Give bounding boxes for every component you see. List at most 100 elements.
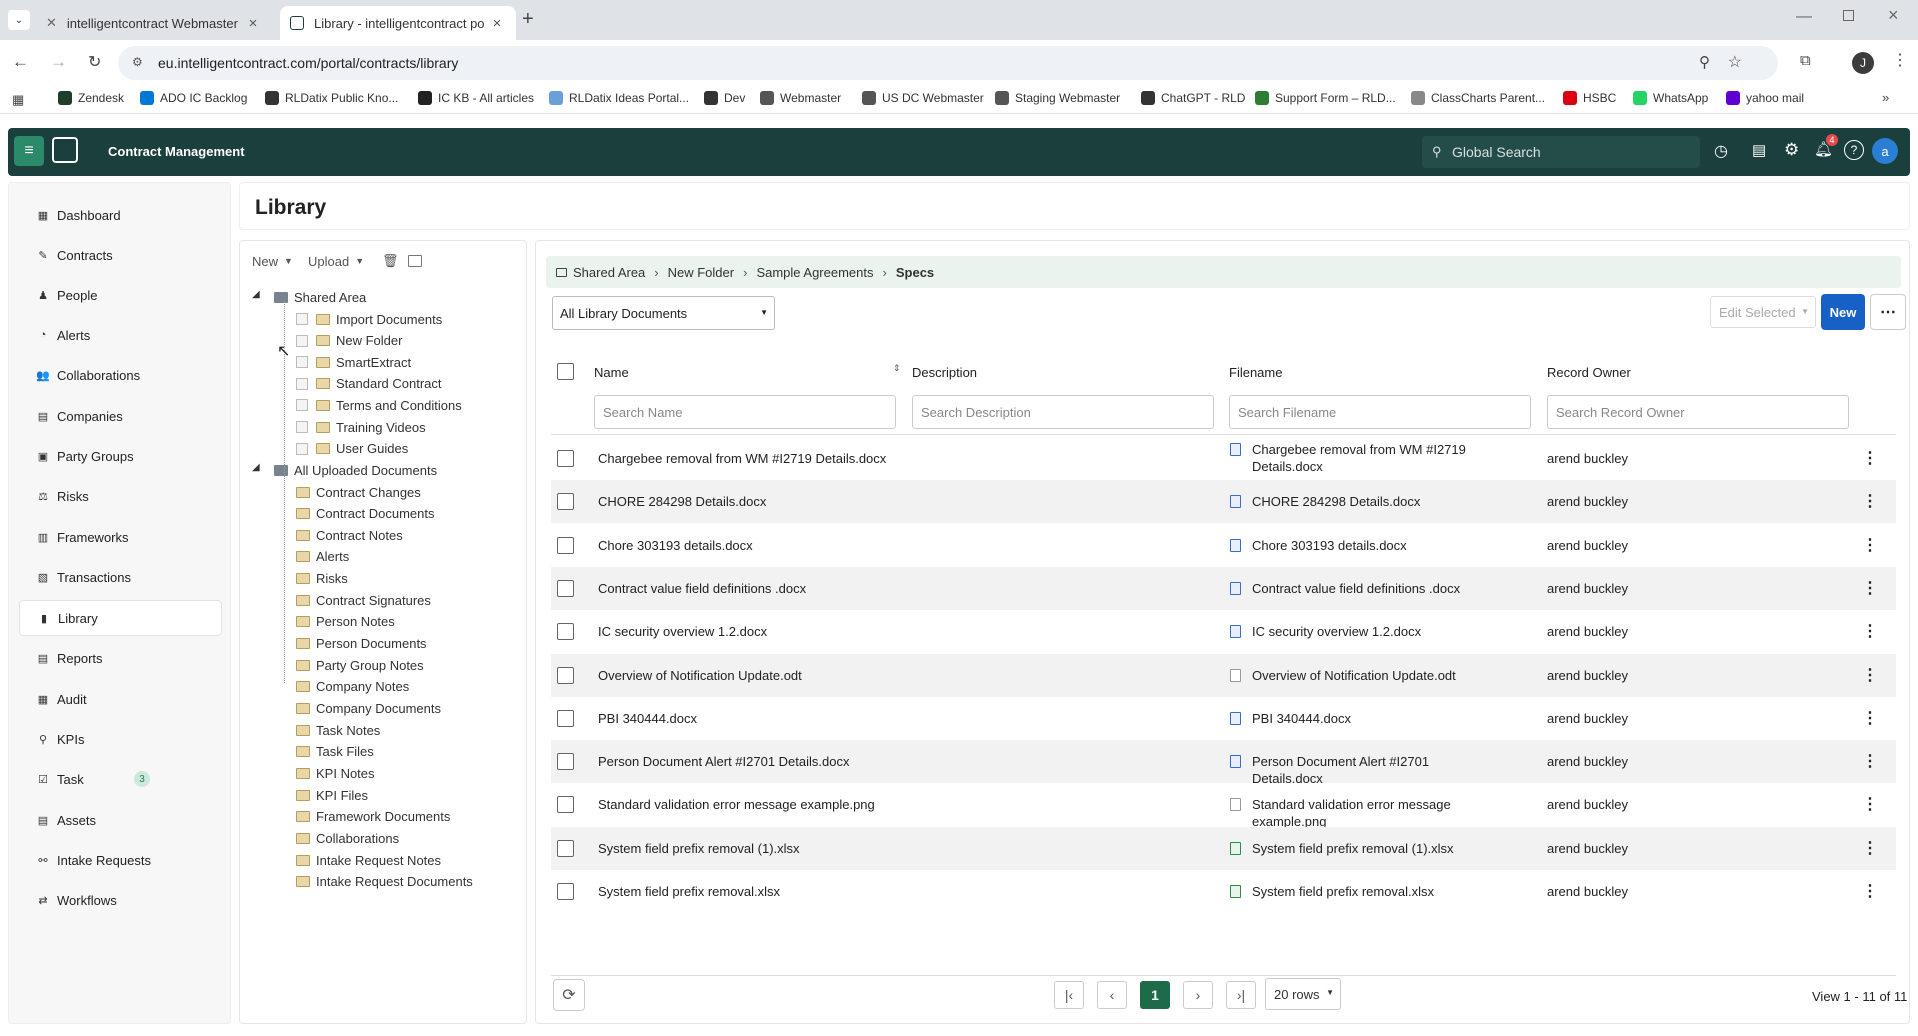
tree-expander-icon[interactable]: ◢ (252, 289, 260, 300)
row-actions-kebab-icon[interactable]: ⋮ (1862, 665, 1878, 685)
sidebar-item-people[interactable]: ♟ People (19, 277, 222, 313)
row-checkbox[interactable] (557, 883, 574, 900)
row-filename[interactable]: Contract value field definitions .docx (1252, 580, 1492, 597)
bookmark-item[interactable]: Support Form – RLD... (1255, 91, 1396, 105)
bookmark-item[interactable]: WhatsApp (1633, 91, 1708, 105)
sidebar-item-task[interactable]: ☑ Task 3 (19, 761, 222, 797)
history-icon[interactable]: ◷ (1714, 141, 1728, 161)
sidebar-item-frameworks[interactable]: ▥ Frameworks (19, 519, 222, 555)
breadcrumb-shared-area[interactable]: Shared Area (573, 265, 645, 280)
user-avatar[interactable]: a (1872, 138, 1898, 164)
row-checkbox[interactable] (557, 623, 574, 641)
sidebar-item-assets[interactable]: ▤ Assets (19, 802, 222, 838)
first-page-icon[interactable]: |‹ (1054, 981, 1084, 1009)
row-actions-kebab-icon[interactable]: ⋮ (1862, 621, 1878, 641)
tree-node-folder[interactable]: Task Notes (296, 720, 380, 740)
reload-icon[interactable]: ↻ (88, 52, 101, 72)
sidebar-item-workflows[interactable]: ⇄ Workflows (19, 882, 222, 918)
row-actions-kebab-icon[interactable]: ⋮ (1862, 535, 1878, 555)
sidebar-item-library[interactable]: ▮ Library (19, 600, 222, 636)
breadcrumb-sample-agreements[interactable]: Sample Agreements (756, 265, 873, 280)
row-checkbox[interactable] (557, 839, 574, 857)
sidebar-item-audit[interactable]: ▦ Audit (19, 681, 222, 717)
tree-node-folder[interactable]: Person Notes (296, 612, 395, 632)
row-name[interactable]: Person Document Alert #I2701 Details.doc… (598, 753, 898, 770)
archive-icon[interactable]: ▤ (1752, 141, 1766, 159)
column-header-filename[interactable]: Filename (1229, 364, 1282, 381)
tree-node-folder[interactable]: Intake Request Documents (296, 872, 473, 892)
tree-node-folder[interactable]: Standard Contract (296, 374, 442, 394)
more-options-icon[interactable]: ⋯ (1870, 294, 1906, 330)
row-name[interactable]: IC security overview 1.2.docx (598, 623, 898, 640)
delete-trash-icon[interactable]: 🗑︎ (382, 249, 399, 273)
tree-node-folder[interactable]: Contract Documents (296, 504, 435, 524)
restore-window-icon[interactable] (1843, 10, 1854, 21)
tree-node-folder[interactable]: Task Files (296, 742, 374, 762)
bookmark-item[interactable]: ChatGPT - RLD (1141, 91, 1245, 105)
sidebar-item-risks[interactable]: ⚖ Risks (19, 478, 222, 514)
close-tab-icon[interactable]: × (244, 14, 262, 32)
search-name-input[interactable]: Search Name (594, 395, 896, 429)
tree-node-folder[interactable]: Contract Signatures (296, 590, 431, 610)
tree-node-folder[interactable]: Risks (296, 569, 348, 589)
breadcrumb-new-folder[interactable]: New Folder (668, 265, 734, 280)
tree-view-toggle-icon[interactable] (408, 255, 422, 267)
sidebar-item-kpis[interactable]: ⚲ KPIs (19, 721, 222, 757)
row-checkbox[interactable] (557, 753, 574, 771)
close-tab-icon[interactable]: × (488, 14, 506, 32)
row-filename[interactable]: Chargebee removal from WM #I2719 Details… (1252, 441, 1492, 475)
tree-checkbox[interactable] (296, 377, 308, 390)
row-filename[interactable]: Chore 303193 details.docx (1252, 537, 1492, 554)
new-document-button[interactable]: New (1821, 294, 1865, 330)
row-actions-kebab-icon[interactable]: ⋮ (1862, 491, 1878, 511)
row-actions-kebab-icon[interactable]: ⋮ (1862, 448, 1878, 468)
browser-menu-icon[interactable]: ⋮ (1892, 50, 1908, 70)
row-actions-kebab-icon[interactable]: ⋮ (1862, 751, 1878, 771)
sidebar-item-party-groups[interactable]: ▣ Party Groups (19, 438, 222, 474)
tree-node-folder[interactable]: New Folder (296, 331, 402, 351)
row-filename[interactable]: PBI 340444.docx (1252, 710, 1492, 727)
bookmark-item[interactable]: IC KB - All articles (418, 91, 534, 105)
site-info-icon[interactable]: ⚙ (132, 55, 143, 69)
url-bar[interactable]: ⚙ eu.intelligentcontract.com/portal/cont… (118, 46, 1778, 80)
sidebar-item-collaborations[interactable]: 👥 Collaborations (19, 357, 222, 393)
bookmark-item[interactable]: Webmaster (760, 91, 841, 105)
bookmark-item[interactable]: ClassCharts Parent... (1411, 91, 1545, 105)
refresh-icon[interactable]: ⟳ (553, 979, 585, 1011)
row-checkbox[interactable] (557, 579, 574, 597)
tree-node-folder[interactable]: Framework Documents (296, 807, 450, 827)
search-record-owner-input[interactable]: Search Record Owner (1547, 395, 1849, 429)
row-checkbox[interactable] (557, 536, 574, 554)
column-header-name[interactable]: Name (594, 364, 629, 381)
forward-arrow-icon[interactable]: → (50, 52, 67, 72)
tree-node-folder[interactable]: KPI Notes (296, 763, 375, 783)
bookmark-star-icon[interactable]: ☆ (1728, 52, 1742, 72)
sidebar-item-reports[interactable]: ▤ Reports (19, 640, 222, 676)
select-all-checkbox[interactable] (557, 363, 574, 380)
row-actions-kebab-icon[interactable]: ⋮ (1862, 794, 1878, 814)
bookmark-item[interactable]: RLDatix Public Kno... (265, 91, 398, 105)
tree-checkbox[interactable] (296, 421, 308, 433)
row-checkbox[interactable] (557, 450, 574, 467)
row-filename[interactable]: System field prefix removal (1).xlsx (1252, 840, 1492, 857)
sidebar-item-contracts[interactable]: ✎ Contracts (19, 237, 222, 273)
row-filename[interactable]: IC security overview 1.2.docx (1252, 623, 1492, 640)
tree-node-folder[interactable]: Import Documents (296, 309, 442, 329)
rows-per-page-select[interactable]: 20 rows ▼ (1265, 978, 1341, 1010)
bookmark-item[interactable]: Zendesk (58, 91, 124, 105)
sidebar-item-dashboard[interactable]: ▦ Dashboard (19, 197, 222, 233)
row-name[interactable]: Contract value field definitions .docx (598, 580, 898, 597)
browser-tab-library[interactable]: Library - intelligentcontract po × (280, 6, 516, 40)
row-filename[interactable]: Overview of Notification Update.odt (1252, 667, 1492, 684)
bookmark-item[interactable]: HSBC (1563, 91, 1616, 105)
current-page-button[interactable]: 1 (1140, 981, 1170, 1009)
close-window-icon[interactable]: × (1888, 5, 1899, 26)
upload-dropdown-button[interactable]: Upload ▼ (308, 249, 364, 273)
bookmark-item[interactable]: yahoo mail (1726, 91, 1804, 105)
bookmark-item[interactable]: Staging Webmaster (995, 91, 1120, 105)
hamburger-menu-icon[interactable]: ≡ (14, 136, 44, 166)
bookmark-item[interactable]: ADO IC Backlog (140, 91, 247, 105)
column-header-record-owner[interactable]: Record Owner (1547, 364, 1631, 381)
row-name[interactable]: System field prefix removal.xlsx (598, 883, 898, 900)
zoom-icon[interactable]: ⚲ (1699, 53, 1710, 71)
